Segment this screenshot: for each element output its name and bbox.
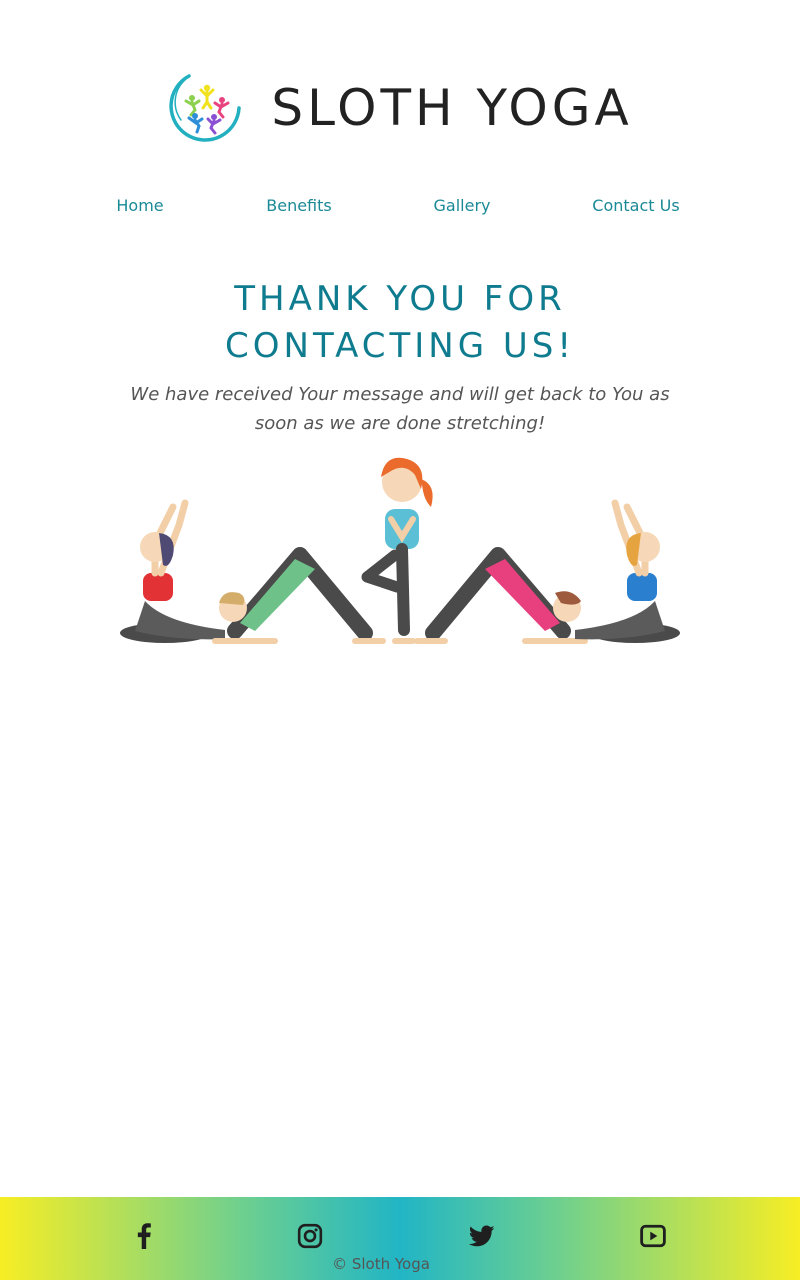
- yoga-figure-center: [361, 457, 433, 644]
- youtube-icon[interactable]: [640, 1223, 666, 1249]
- instagram-icon[interactable]: [297, 1223, 323, 1249]
- twitter-icon[interactable]: [469, 1223, 495, 1249]
- brand-name[interactable]: SLOTH YOGA: [271, 79, 632, 137]
- yoga-figure-right: [575, 499, 680, 643]
- main-nav: Home Benefits Gallery Contact Us: [60, 196, 740, 226]
- site-header: SLOTH YOGA: [0, 60, 800, 156]
- yoga-illustration: [120, 457, 680, 644]
- yoga-figure-left-center: [212, 547, 386, 644]
- page: SLOTH YOGA Home Benefits Gallery Contact…: [0, 0, 800, 1280]
- yoga-figure-left: [120, 499, 225, 643]
- yoga-figure-right-center: [414, 547, 588, 644]
- nav-item-benefits[interactable]: Benefits: [266, 196, 332, 215]
- facebook-icon[interactable]: [131, 1223, 157, 1249]
- nav-item-contact-us[interactable]: Contact Us: [592, 196, 679, 215]
- nav-item-gallery[interactable]: Gallery: [434, 196, 491, 215]
- page-title: THANK YOU FOR CONTACTING US!: [225, 279, 575, 366]
- confirmation-message: We have received Your message and will g…: [130, 384, 670, 434]
- copyright-text: © Sloth Yoga: [332, 1255, 430, 1273]
- nav-item-home[interactable]: Home: [116, 196, 163, 215]
- logo-icon[interactable]: [167, 68, 247, 148]
- site-footer: © Sloth Yoga: [0, 1197, 800, 1280]
